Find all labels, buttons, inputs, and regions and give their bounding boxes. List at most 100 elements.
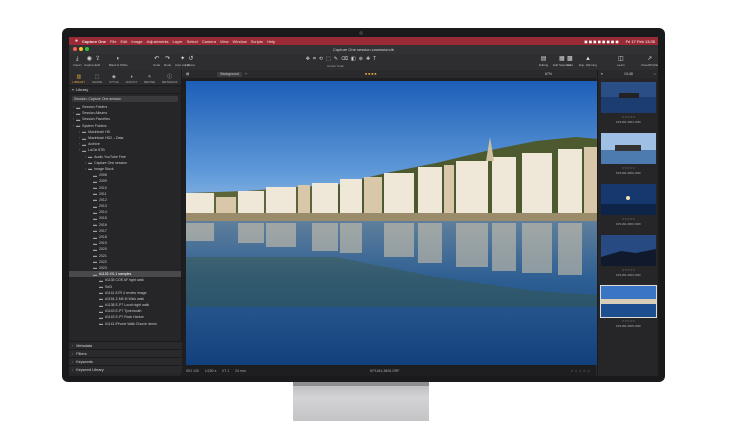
tab-adjust[interactable]: ◑ ADJUST xyxy=(125,74,137,85)
picker-icon[interactable]: ⊕ xyxy=(359,56,363,63)
search-icon[interactable]: ⌕ xyxy=(654,72,656,76)
disclosure-icon[interactable]: › xyxy=(73,111,74,115)
disclosure-icon[interactable]: › xyxy=(85,155,86,159)
close-icon[interactable] xyxy=(73,47,77,51)
viewer-filename: KP1184-3805.ORF xyxy=(370,369,400,373)
disclosure-icon[interactable]: › xyxy=(79,142,80,146)
sort-icon[interactable]: ▾ xyxy=(601,72,603,76)
photo-preview[interactable] xyxy=(186,81,599,365)
toolbar-reset[interactable]: ↺ Reset xyxy=(187,55,195,67)
disclosure-icon[interactable]: › xyxy=(73,124,74,128)
toolbar-cloud-profile[interactable]: ↗ Cloud/Profile xyxy=(641,55,658,67)
menu-select[interactable]: Select xyxy=(187,39,198,44)
thumbnail-image[interactable] xyxy=(600,285,657,318)
toolbar-label: Edit xyxy=(95,63,101,67)
tree-item-label: LaCie 8TB xyxy=(88,148,105,153)
thumbnail[interactable]: ☆☆☆☆☆ KP1184-3805.ORF xyxy=(600,285,657,328)
folder-icon: ▬ xyxy=(93,191,97,197)
image-count: 1/148 xyxy=(624,72,633,76)
menu-view[interactable]: View xyxy=(220,39,229,44)
thumbnail-stars[interactable]: ☆☆☆☆☆ xyxy=(601,217,656,221)
thumbnail-image[interactable] xyxy=(601,82,656,113)
thumbnail-image[interactable] xyxy=(601,235,656,266)
thumbnail-stars[interactable]: ☆☆☆☆☆ xyxy=(601,166,656,170)
toolbar-redo[interactable]: ↷ Redo xyxy=(164,55,171,67)
tab-metadata[interactable]: ⓘ METADATA xyxy=(162,73,178,85)
status-icons[interactable]: ◼ ◼ ◼ ◼ ◼ ◼ ◼ ◼ xyxy=(584,39,618,44)
text-icon[interactable]: T xyxy=(373,56,376,63)
toolbar-edit[interactable]: ⇪ Edit xyxy=(95,55,100,67)
disclosure-icon[interactable]: › xyxy=(79,136,80,140)
thumbnail[interactable]: ☆☆☆☆☆ KP1184-3801.ORF xyxy=(601,82,656,124)
minimize-icon[interactable] xyxy=(79,47,83,51)
toolbar-learn[interactable]: ◫ Learn xyxy=(617,55,625,67)
section-metadata[interactable]: › Metadata xyxy=(69,341,184,349)
screen: ● Capture One File Edit Image Adjustments Lay… xyxy=(69,37,658,376)
toolbar-capture[interactable]: ◉ Capture xyxy=(84,55,95,67)
menu-file[interactable]: File xyxy=(110,39,116,44)
thumbnail-stars[interactable]: ☆☆☆☆☆ xyxy=(601,115,656,119)
menu-scripts[interactable]: Scripts xyxy=(251,39,263,44)
menu-help[interactable]: Help xyxy=(267,39,275,44)
disclosure-icon[interactable]: › xyxy=(79,130,80,134)
tree-item-label: 2008 xyxy=(99,173,107,178)
zoom-icon[interactable] xyxy=(85,47,89,51)
section-keywords[interactable]: › Keywords xyxy=(69,357,184,365)
toolbar-black-white[interactable]: ◐ Black & White xyxy=(109,55,128,67)
cursor-tools[interactable]: ✥ ⌗ ⟲ ⬚ ✎ ⌫ ◧ ⊕ ✚ T xyxy=(291,56,391,63)
tab-style[interactable]: ◈ STYLE xyxy=(109,74,119,85)
toolbar-undo[interactable]: ↶ Undo xyxy=(153,55,160,67)
tab-shape[interactable]: ⬚ SHAPE xyxy=(92,74,102,85)
toolbar-exp-warning[interactable]: ▲ Exp. Warning xyxy=(579,55,597,67)
add-icon[interactable]: + xyxy=(245,72,247,76)
zoom-level[interactable]: 67% xyxy=(545,72,552,76)
section-keyword-library[interactable]: › Keyword Library xyxy=(69,365,184,373)
section-filters[interactable]: › Filters xyxy=(69,349,184,357)
toolbar-editing[interactable]: ▤ Editing xyxy=(539,55,548,67)
background-dropdown[interactable]: Background xyxy=(217,71,242,77)
library-header[interactable]: ▾ Library xyxy=(69,86,181,94)
disclosure-icon[interactable]: › xyxy=(85,167,86,171)
menu-adjustments[interactable]: Adjustments xyxy=(147,39,169,44)
crop-icon[interactable]: ⌗ xyxy=(313,56,316,63)
pan-icon[interactable]: ✥ xyxy=(306,56,310,63)
viewer-options-icon[interactable]: ▤ xyxy=(186,72,189,76)
tree-item[interactable]: ▬ #1141 iPhone Walk Church demo xyxy=(69,321,181,327)
menu-window[interactable]: Window xyxy=(233,39,247,44)
thumbnail-image[interactable] xyxy=(601,133,656,164)
menu-camera[interactable]: Camera xyxy=(202,39,216,44)
auto-adjust-icon: ✦ xyxy=(180,56,186,62)
black-white-icon: ◐ xyxy=(116,56,121,62)
menu-layer[interactable]: Layer xyxy=(173,39,183,44)
disclosure-icon[interactable]: › xyxy=(73,117,74,121)
toolbar-grid[interactable]: ▩ Grid xyxy=(567,55,573,67)
tab-library[interactable]: ▥ LIBRARY xyxy=(72,74,85,85)
session-selector[interactable]: Session: Capture One session xyxy=(72,96,178,102)
thumbnail-stars[interactable]: ☆☆☆☆☆ xyxy=(601,268,656,272)
disclosure-icon[interactable]: › xyxy=(79,148,80,152)
thumbnail[interactable]: ☆☆☆☆☆ KP1184-3803.ORF xyxy=(601,184,656,226)
tree-item-label: 2023 xyxy=(99,265,107,270)
eraser-icon[interactable]: ⌫ xyxy=(341,56,348,63)
toolbar-import[interactable]: ⤓ Import xyxy=(73,55,82,67)
brush-icon[interactable]: ✎ xyxy=(334,56,338,63)
rating-stars[interactable]: ☆ ☆ ☆ ☆ ☆ xyxy=(570,369,590,373)
disclosure-icon[interactable]: › xyxy=(73,105,74,109)
tab-refine[interactable]: ✧ REFINE xyxy=(144,74,155,85)
viewer: ▤ Background + ■ ■ ■ ■ 67% ISO 100 1/250… xyxy=(182,70,599,376)
heal-icon[interactable]: ✚ xyxy=(366,56,370,63)
thumbnail[interactable]: ☆☆☆☆☆ KP1184-3804.ORF xyxy=(601,235,656,277)
menu-edit[interactable]: Edit xyxy=(121,39,128,44)
folder-icon: ▬ xyxy=(93,197,97,203)
tree-item-label: #1133 XX-1 samples xyxy=(99,272,132,277)
thumbnail-image[interactable] xyxy=(601,184,656,215)
keystone-icon[interactable]: ⬚ xyxy=(326,56,331,63)
thumbnail[interactable]: ☆☆☆☆☆ KP1184-3802.ORF xyxy=(601,133,656,175)
menu-image[interactable]: Image xyxy=(131,39,142,44)
rotate-icon[interactable]: ⟲ xyxy=(319,56,323,63)
thumbnail-stars[interactable]: ☆☆☆☆☆ xyxy=(601,319,656,323)
menu-capture-one[interactable]: Capture One xyxy=(82,39,106,44)
gradient-icon[interactable]: ◧ xyxy=(351,56,356,63)
tree-item-label: 2012 xyxy=(99,197,107,202)
disclosure-icon[interactable]: › xyxy=(85,161,86,165)
